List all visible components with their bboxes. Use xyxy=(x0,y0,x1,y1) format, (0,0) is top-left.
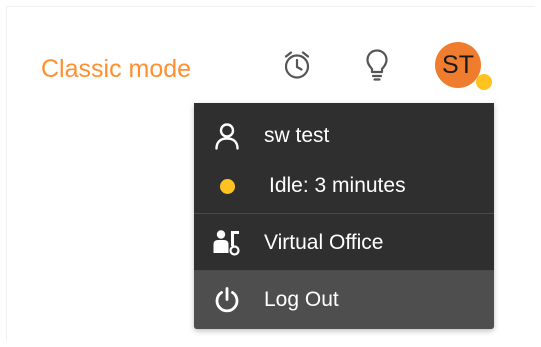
avatar: ST xyxy=(435,42,481,88)
menu-item-label: Log Out xyxy=(264,288,339,311)
tips-button[interactable] xyxy=(357,47,397,87)
classic-mode-link[interactable]: Classic mode xyxy=(41,52,191,86)
menu-item-label: Virtual Office xyxy=(264,231,384,254)
user-avatar-button[interactable]: ST xyxy=(434,42,494,90)
menu-item-log-out[interactable]: Log Out xyxy=(194,271,494,329)
menu-divider xyxy=(194,213,494,214)
alarm-clock-icon xyxy=(282,49,312,86)
user-menu-status-row: Idle: 3 minutes xyxy=(194,161,494,211)
alarm-button[interactable] xyxy=(277,47,317,87)
user-icon xyxy=(212,122,242,150)
user-menu-username-row: sw test xyxy=(194,111,494,161)
user-menu-dropdown: sw test Idle: 3 minutes Virtual Office L… xyxy=(194,103,494,329)
status-label: Idle: 3 minutes xyxy=(269,174,406,197)
power-icon xyxy=(212,286,242,314)
idle-status-dot xyxy=(220,178,235,194)
menu-item-virtual-office[interactable]: Virtual Office xyxy=(194,216,494,270)
lightbulb-icon xyxy=(364,48,390,87)
virtual-office-icon xyxy=(212,229,242,257)
username-label: sw test xyxy=(264,124,330,147)
avatar-status-dot xyxy=(476,74,492,90)
